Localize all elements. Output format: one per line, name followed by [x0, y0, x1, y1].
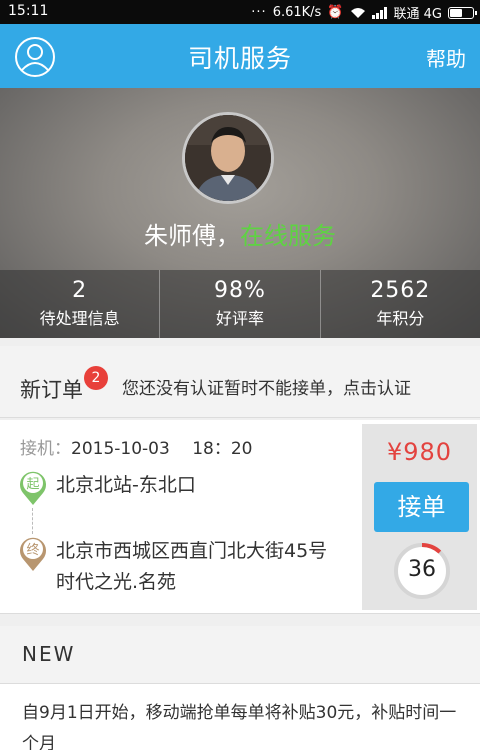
signal-icon	[371, 6, 387, 19]
countdown-timer: 36	[393, 542, 451, 600]
online-status: 在线服务	[240, 222, 336, 250]
stat-label: 年积分	[376, 309, 425, 328]
alarm-icon: ⏰	[327, 5, 344, 20]
end-address: 北京市西城区西直门北大街45号时代之光.名苑	[56, 540, 328, 593]
more-dots-icon: ···	[251, 5, 267, 20]
app-bar: 司机服务 帮助	[0, 24, 480, 88]
help-button[interactable]: 帮助	[426, 43, 466, 72]
end-location-icon: 终	[20, 537, 46, 571]
new-order-notice[interactable]: 新订单 2 您还没有认证暂时不能接单，点击认证	[0, 346, 480, 418]
stat-label: 待处理信息	[39, 309, 120, 328]
driver-avatar[interactable]	[182, 112, 274, 204]
carrier-label: 联通 4G	[393, 7, 442, 22]
start-address: 北京北站-东北口	[56, 474, 196, 496]
pickup-time-label: 接机：	[20, 439, 71, 459]
start-icon-label: 起	[26, 477, 39, 492]
stats-bar: 2 待处理信息 98% 好评率 2562 年积分	[0, 270, 480, 338]
news-header: NEW	[0, 626, 480, 684]
route-connector	[32, 508, 33, 534]
new-order-label: 新订单	[20, 378, 83, 402]
order-price: ¥980	[386, 438, 453, 466]
profile-header: 朱师傅，在线服务 2 待处理信息 98% 好评率 2562 年积分	[0, 88, 480, 338]
stat-rating[interactable]: 98% 好评率	[159, 270, 319, 338]
stat-label: 好评率	[215, 309, 264, 328]
countdown-value: 36	[408, 557, 436, 582]
news-text[interactable]: 自9月1日开始，移动端抢单每单将补贴30元，补贴时间一个月	[0, 684, 480, 750]
stat-points[interactable]: 2562 年积分	[319, 270, 480, 338]
status-time: 15:11	[8, 3, 49, 19]
order-card: 接机：2015-10-03 18：20 起 终 北京北站-东北口 北京市西城区西…	[0, 420, 480, 614]
stat-pending-messages[interactable]: 2 待处理信息	[0, 270, 159, 338]
order-actions: ¥980 接单 36	[362, 424, 477, 610]
page-title: 司机服务	[187, 44, 292, 73]
stat-value: 2	[72, 278, 88, 303]
network-speed: 6.61K/s	[272, 5, 322, 20]
status-bar: 15:11 ··· 6.61K/s ⏰ 联通 4G	[0, 0, 480, 24]
pickup-time-value: 2015-10-03 18：20	[71, 439, 253, 459]
driver-name: 朱师傅，	[144, 222, 240, 250]
end-icon-label: 终	[26, 542, 39, 558]
accept-order-button[interactable]: 接单	[374, 482, 469, 532]
stat-value: 98%	[214, 278, 266, 303]
certification-link[interactable]: 您还没有认证暂时不能接单，点击认证	[122, 374, 411, 399]
new-order-badge: 2	[84, 366, 108, 390]
status-indicators: ··· 6.61K/s ⏰ 联通 4G	[251, 3, 477, 22]
wifi-icon	[350, 7, 365, 18]
pickup-time: 接机：2015-10-03 18：20	[20, 434, 252, 459]
news-section: NEW 自9月1日开始，移动端抢单每单将补贴30元，补贴时间一个月	[0, 626, 480, 750]
battery-icon	[448, 6, 477, 19]
driver-status-line: 朱师傅，在线服务	[0, 216, 480, 251]
stat-value: 2562	[370, 278, 431, 303]
start-location-icon: 起	[20, 471, 46, 505]
